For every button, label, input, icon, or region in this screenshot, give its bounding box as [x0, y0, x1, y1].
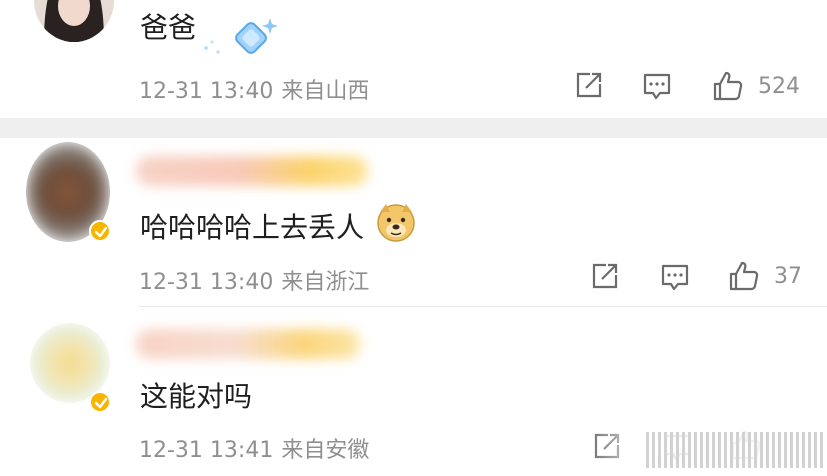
verified-badge-icon: [89, 391, 111, 413]
comment-text: 哈哈哈哈上去丢人: [140, 211, 365, 244]
comment-location: 来自山西: [281, 79, 370, 104]
comment-item: 爸爸 12-31 13:40 来自山西 524: [0, 0, 827, 118]
avatar-photo: [34, 0, 114, 42]
watermark-pattern: [646, 432, 823, 468]
comment-meta: 12-31 13:40 来自浙江: [139, 264, 369, 296]
section-separator: [0, 118, 827, 138]
comment-time: 12-31 13:40: [139, 270, 274, 295]
like-count: 37: [774, 263, 802, 289]
doge-emoji-icon: [377, 204, 415, 242]
like-icon: [713, 71, 743, 101]
username[interactable]: [136, 329, 360, 359]
share-button[interactable]: [590, 261, 620, 291]
comment-icon: [661, 264, 689, 291]
comment-button[interactable]: [642, 71, 672, 101]
verified-badge-icon: [89, 220, 111, 242]
comment-text: 爸爸: [140, 11, 197, 44]
avatar[interactable]: [34, 0, 114, 42]
comment-text: 这能对吗: [140, 380, 253, 413]
comment-meta: 12-31 13:41 来自安徽: [139, 432, 369, 464]
comment-button[interactable]: [660, 262, 690, 292]
comment-location: 来自安徽: [281, 438, 370, 463]
like-button[interactable]: 37: [728, 260, 802, 292]
like-icon: [729, 261, 759, 291]
comment-item: 哈哈哈哈上去丢人 12-31 13:40 来自浙江 37: [0, 138, 827, 306]
like-button[interactable]: 524: [712, 70, 800, 102]
username[interactable]: [136, 156, 368, 186]
share-icon: [576, 72, 602, 98]
comment-location: 来自浙江: [281, 270, 370, 295]
share-button[interactable]: [574, 70, 604, 100]
comment-time: 12-31 13:40: [139, 79, 274, 104]
share-icon: [592, 263, 618, 289]
comment-icon: [643, 73, 671, 100]
diamond-badge-icon: [204, 18, 278, 54]
like-count: 524: [758, 73, 800, 99]
comment-time: 12-31 13:41: [139, 438, 274, 463]
comment-meta: 12-31 13:40 来自山西: [139, 73, 369, 105]
comment-list: 爸爸 12-31 13:40 来自山西 524 哈哈哈哈上去丢人 12-31 1…: [0, 0, 827, 476]
